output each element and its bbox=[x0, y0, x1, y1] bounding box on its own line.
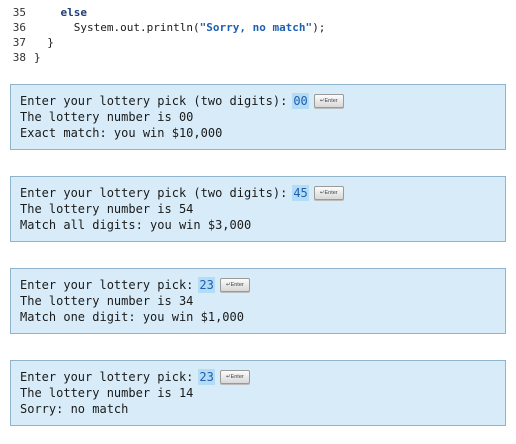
enter-key-label: Enter bbox=[324, 190, 338, 196]
console-output-run-2: Enter your lottery pick (two digits): 45… bbox=[10, 176, 506, 242]
code-line-38: 38 } bbox=[0, 50, 516, 65]
console-input-value: 23 bbox=[198, 369, 215, 385]
console-prompt: Enter your lottery pick (two digits): bbox=[20, 94, 288, 108]
line-number: 38 bbox=[12, 51, 26, 64]
line-number: 36 bbox=[12, 21, 26, 34]
console-prompt-line: Enter your lottery pick: 23 ↵Enter bbox=[20, 369, 496, 385]
enter-key-icon: ↵Enter bbox=[219, 370, 250, 384]
console-result-line: Match all digits: you win $3,000 bbox=[20, 218, 252, 232]
console-lottery-line: The lottery number is 54 bbox=[20, 202, 194, 216]
console-lottery-line: The lottery number is 34 bbox=[20, 294, 194, 308]
code-text: } bbox=[34, 51, 41, 64]
console-output-run-4: Enter your lottery pick: 23 ↵Enter The l… bbox=[10, 360, 506, 426]
console-prompt: Enter your lottery pick (two digits): bbox=[20, 186, 288, 200]
enter-key-icon: ↵Enter bbox=[219, 278, 250, 292]
enter-key-label: Enter bbox=[230, 282, 244, 288]
code-keyword-else: else bbox=[60, 6, 88, 19]
console-output-run-3: Enter your lottery pick: 23 ↵Enter The l… bbox=[10, 268, 506, 334]
console-result-line: Exact match: you win $10,000 bbox=[20, 126, 223, 140]
line-number: 35 bbox=[12, 6, 26, 19]
code-string-literal: "Sorry, no match" bbox=[199, 21, 313, 34]
console-prompt-line: Enter your lottery pick (two digits): 00… bbox=[20, 93, 496, 109]
code-line-35: 35 else bbox=[0, 5, 516, 20]
console-result-line: Match one digit: you win $1,000 bbox=[20, 310, 244, 324]
code-text: } bbox=[47, 36, 54, 49]
enter-key-icon: ↵Enter bbox=[313, 94, 344, 108]
code-text-after: ); bbox=[312, 21, 326, 34]
console-input-value: 45 bbox=[292, 185, 309, 201]
enter-key-label: Enter bbox=[230, 374, 244, 380]
console-prompt-line: Enter your lottery pick (two digits): 45… bbox=[20, 185, 496, 201]
code-text: System.out.println( bbox=[73, 21, 200, 34]
code-line-36: 36 System.out.println( "Sorry, no match"… bbox=[0, 20, 516, 35]
console-lottery-line: The lottery number is 00 bbox=[20, 110, 194, 124]
code-line-37: 37 } bbox=[0, 35, 516, 50]
console-prompt: Enter your lottery pick: bbox=[20, 370, 194, 384]
console-result-line: Sorry: no match bbox=[20, 402, 129, 416]
enter-key-label: Enter bbox=[324, 98, 338, 104]
line-number: 37 bbox=[12, 36, 26, 49]
console-input-value: 23 bbox=[198, 277, 215, 293]
code-listing: 35 else 36 System.out.println( "Sorry, n… bbox=[0, 5, 516, 65]
console-prompt: Enter your lottery pick: bbox=[20, 278, 194, 292]
enter-key-icon: ↵Enter bbox=[313, 186, 344, 200]
console-prompt-line: Enter your lottery pick: 23 ↵Enter bbox=[20, 277, 496, 293]
console-lottery-line: The lottery number is 14 bbox=[20, 386, 194, 400]
console-input-value: 00 bbox=[292, 93, 309, 109]
console-output-run-1: Enter your lottery pick (two digits): 00… bbox=[10, 84, 506, 150]
